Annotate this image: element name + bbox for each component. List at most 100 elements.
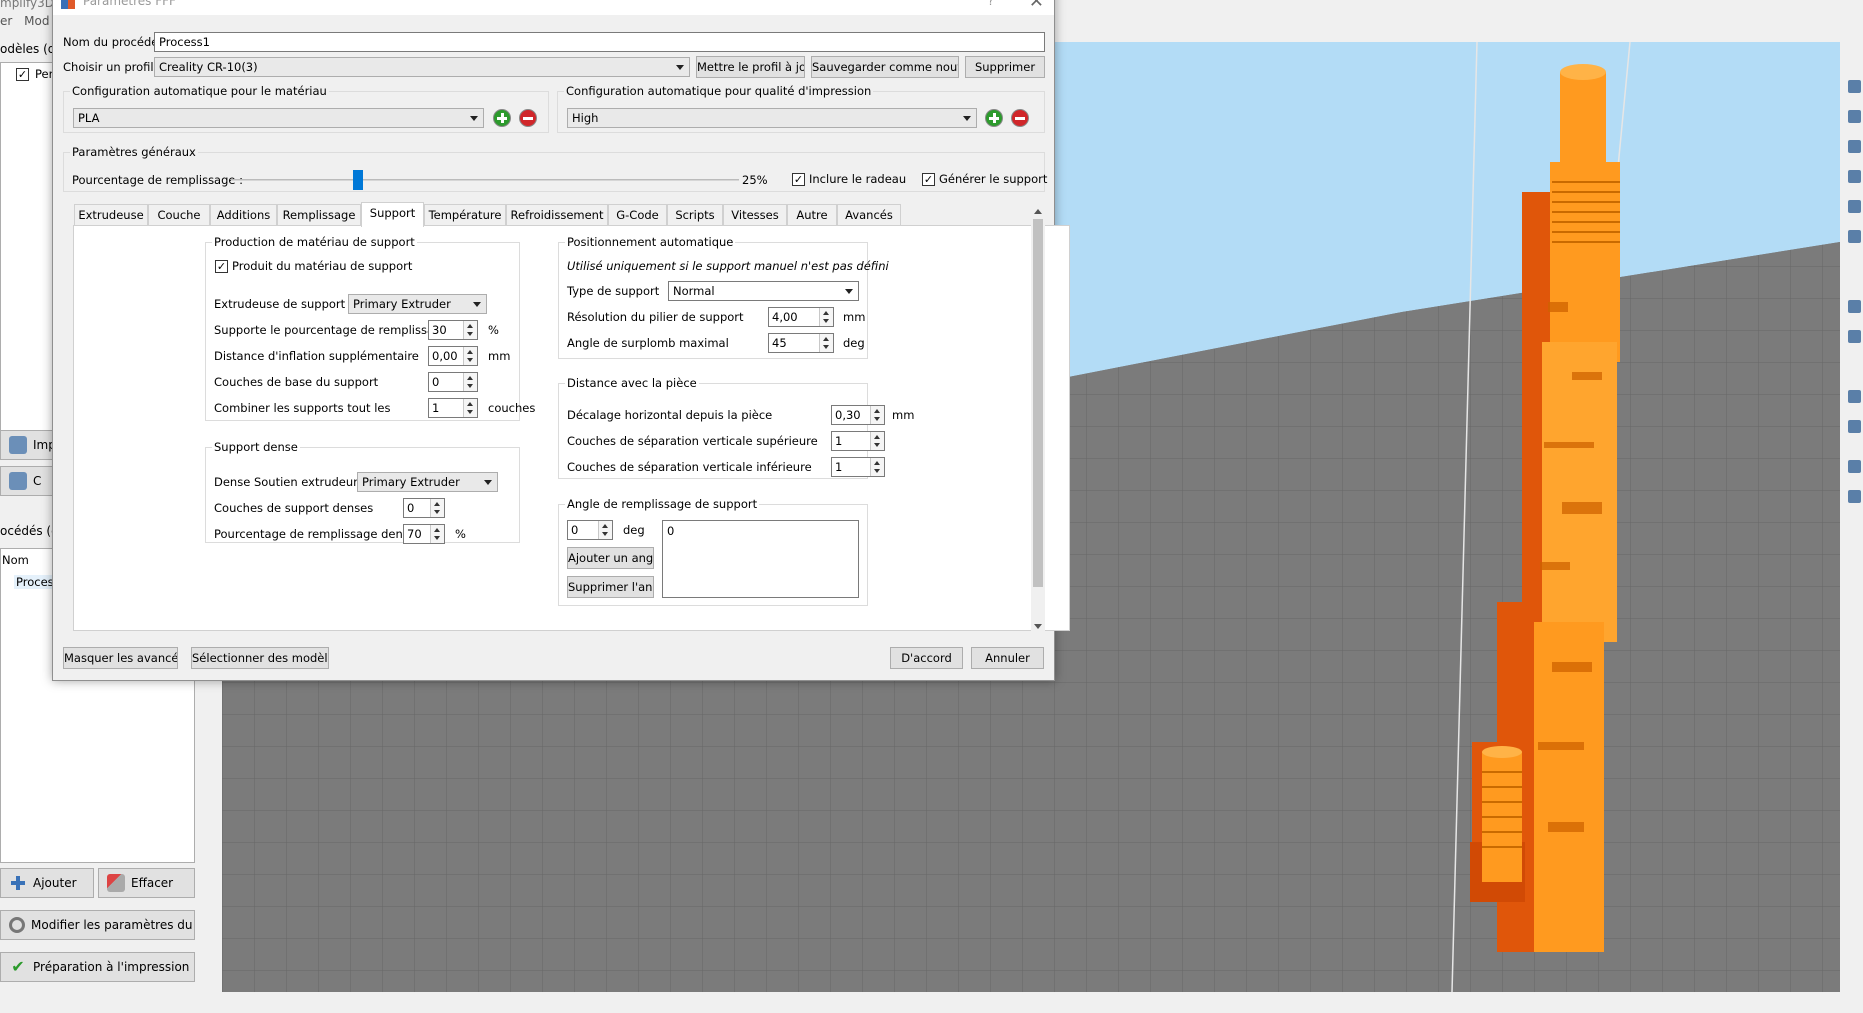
toolbar-view-icon[interactable]	[1848, 230, 1861, 243]
profile-select[interactable]: Creality CR-10(3)	[154, 57, 690, 77]
add-quality-button[interactable]	[985, 109, 1003, 127]
toolbar-view-icon[interactable]	[1848, 330, 1861, 343]
inflation-distance-spinbox[interactable]: 0,00	[428, 346, 478, 366]
auto-placement-note: Utilisé uniquement si le support manuel …	[567, 259, 889, 273]
lower-separation-spinbox[interactable]: 1	[831, 457, 885, 477]
toolbar-view-icon[interactable]	[1848, 300, 1861, 313]
tab-remplissage[interactable]: Remplissage	[277, 204, 361, 226]
toolbar-view-icon[interactable]	[1848, 80, 1861, 93]
model-item-label[interactable]: Per	[35, 67, 53, 81]
process-name-input[interactable]: Process1	[154, 32, 1045, 52]
tab-autre[interactable]: Autre	[787, 204, 837, 226]
spin-arrows-icon[interactable]	[870, 458, 884, 476]
spin-arrows-icon[interactable]	[463, 399, 477, 417]
toolbar-view-icon[interactable]	[1848, 170, 1861, 183]
scrollbar-thumb[interactable]	[1033, 219, 1043, 587]
spin-arrows-icon[interactable]	[430, 525, 444, 543]
support-extruder-select[interactable]: Primary Extruder	[348, 294, 487, 314]
tab-temperature[interactable]: Température	[424, 204, 506, 226]
toolbar-view-icon[interactable]	[1848, 460, 1861, 473]
tab-refroidissement[interactable]: Refroidissement	[506, 204, 608, 226]
quality-select[interactable]: High	[567, 108, 977, 128]
chevron-down-icon	[963, 116, 971, 121]
tab-gcode[interactable]: G-Code	[608, 204, 667, 226]
overhang-angle-spinbox[interactable]: 45	[768, 333, 834, 353]
erase-process-button[interactable]: Effacer	[98, 868, 195, 898]
hide-advanced-button[interactable]: Masquer les avancés	[63, 647, 178, 669]
support-type-value: Normal	[673, 284, 715, 298]
dense-layers-spinbox[interactable]: 0	[403, 498, 445, 518]
support-infill-spinbox[interactable]: 30	[428, 320, 478, 340]
material-select[interactable]: PLA	[73, 108, 484, 128]
generate-support-checkbox[interactable]: ✓	[922, 173, 935, 186]
dense-extruder-select[interactable]: Primary Extruder	[357, 472, 498, 492]
menu-item[interactable]: Mod	[24, 14, 49, 28]
spin-arrows-icon[interactable]	[870, 406, 884, 424]
toolbar-view-icon[interactable]	[1848, 140, 1861, 153]
remove-quality-button[interactable]	[1011, 109, 1029, 127]
delete-profile-button[interactable]: Supprimer	[965, 56, 1045, 78]
pillar-resolution-spinbox[interactable]: 4,00	[768, 307, 834, 327]
spin-arrows-icon[interactable]	[463, 347, 477, 365]
model-visible-checkbox[interactable]: ✓	[16, 68, 29, 81]
tab-avances[interactable]: Avancés	[837, 204, 901, 226]
tab-couche[interactable]: Couche	[148, 204, 210, 226]
toolbar-view-icon[interactable]	[1848, 420, 1861, 433]
process-item[interactable]: Proces	[14, 575, 56, 589]
checkmark-icon: ✔	[11, 957, 25, 976]
tab-extrudeuse[interactable]: Extrudeuse	[74, 204, 148, 226]
save-as-new-button[interactable]: Sauvegarder comme nouveau	[811, 56, 959, 78]
toolbar-view-icon[interactable]	[1848, 490, 1861, 503]
prepare-print-button[interactable]: ✔ Préparation à l'impression !	[0, 952, 195, 982]
support-type-select[interactable]: Normal	[668, 281, 859, 301]
spin-arrows-icon[interactable]	[463, 373, 477, 391]
import-button[interactable]: Imp	[0, 430, 60, 460]
select-models-button[interactable]: Sélectionner des modèles	[191, 647, 329, 669]
cancel-button[interactable]: Annuler	[971, 647, 1044, 669]
remove-angle-button[interactable]: Supprimer l'angle	[567, 576, 654, 598]
ok-button[interactable]: D'accord	[890, 647, 963, 669]
remove-material-button[interactable]	[519, 109, 537, 127]
spin-arrows-icon[interactable]	[870, 432, 884, 450]
upper-separation-spinbox[interactable]: 1	[831, 431, 885, 451]
horizontal-offset-spinbox[interactable]: 0,30	[831, 405, 885, 425]
produce-support-checkbox[interactable]: ✓	[215, 260, 228, 273]
add-material-button[interactable]	[493, 109, 511, 127]
settings-scrollbar[interactable]	[1031, 205, 1045, 633]
base-layers-spinbox[interactable]: 0	[428, 372, 478, 392]
infill-label: Pourcentage de remplissage :	[72, 173, 244, 187]
update-profile-button[interactable]: Mettre le profil à jour	[696, 56, 805, 78]
combine-supports-spinbox[interactable]: 1	[428, 398, 478, 418]
tab-support[interactable]: Support	[361, 202, 424, 227]
spin-arrows-icon[interactable]	[598, 521, 612, 539]
list-item[interactable]: 0	[667, 524, 854, 538]
toolbar-view-icon[interactable]	[1848, 200, 1861, 213]
close-icon[interactable]: ✕	[1029, 0, 1044, 12]
dialog-titlebar[interactable]: Paramètres FFF ? ✕	[53, 0, 1054, 15]
infill-angle-list[interactable]: 0	[662, 520, 859, 598]
spin-arrows-icon[interactable]	[463, 321, 477, 339]
infill-slider-track[interactable]	[231, 179, 739, 181]
edit-process-button[interactable]: Modifier les paramètres du procédé	[0, 910, 195, 940]
toolbar-view-icon[interactable]	[1848, 110, 1861, 123]
toolbar-view-icon[interactable]	[1848, 390, 1861, 403]
spin-arrows-icon[interactable]	[819, 334, 833, 352]
add-angle-button[interactable]: Ajouter un angle	[567, 547, 654, 569]
tab-scripts[interactable]: Scripts	[667, 204, 723, 226]
infill-slider-thumb[interactable]	[353, 170, 363, 190]
pillar-resolution-label: Résolution du pilier de support	[567, 310, 744, 324]
include-raft-checkbox[interactable]: ✓	[792, 173, 805, 186]
scroll-down-icon[interactable]	[1034, 624, 1042, 629]
dense-infill-value: 70	[407, 527, 422, 541]
tab-vitesses[interactable]: Vitesses	[723, 204, 787, 226]
center-button[interactable]: C	[0, 466, 60, 496]
tab-additions[interactable]: Additions	[210, 204, 277, 226]
dense-infill-spinbox[interactable]: 70	[403, 524, 445, 544]
spin-arrows-icon[interactable]	[430, 499, 444, 517]
menu-item[interactable]: er	[0, 14, 12, 28]
scroll-up-icon[interactable]	[1034, 209, 1042, 214]
spin-arrows-icon[interactable]	[819, 308, 833, 326]
help-icon[interactable]: ?	[988, 0, 994, 8]
infill-angle-spinbox[interactable]: 0	[567, 520, 613, 540]
add-process-button[interactable]: Ajouter	[0, 868, 94, 898]
